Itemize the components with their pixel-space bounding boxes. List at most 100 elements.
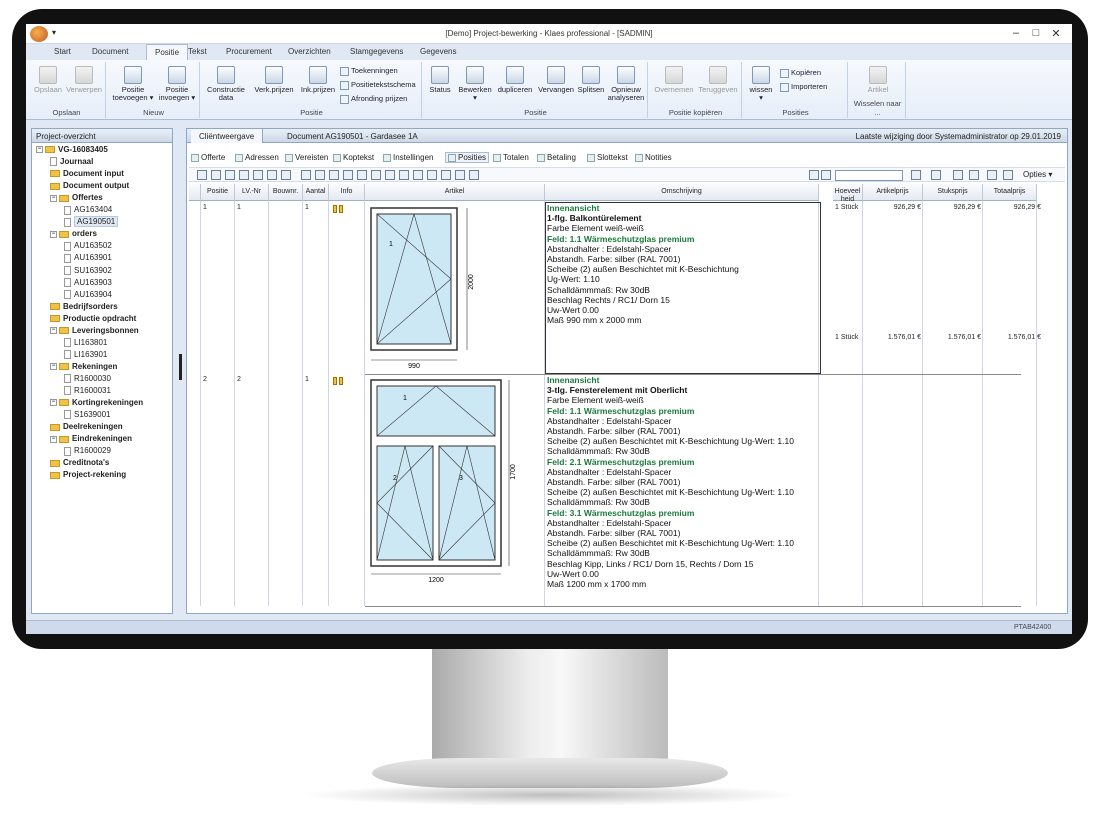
positie-invoegen-button[interactable]: Positie invoegen ▾ xyxy=(156,66,198,102)
collapse-icon[interactable]: − xyxy=(50,230,57,238)
collapse-icon[interactable]: − xyxy=(50,327,57,335)
price-stuk[interactable]: 1.576,01 € xyxy=(925,334,981,341)
tree-item[interactable]: Bedrijfsorders xyxy=(50,302,118,311)
view-tab[interactable]: Cliëntweergave xyxy=(191,129,264,143)
subtab-notities[interactable]: Notities xyxy=(635,153,672,162)
collapse-icon[interactable]: − xyxy=(50,363,57,371)
info-icon[interactable] xyxy=(333,205,337,213)
collapse-icon[interactable]: − xyxy=(50,194,57,202)
tree-item[interactable]: Document output xyxy=(50,181,129,190)
tree-item[interactable]: Productie opdracht xyxy=(50,314,136,323)
toolbar-icon[interactable] xyxy=(225,170,235,180)
tree-item[interactable]: Journaal xyxy=(50,157,93,167)
info-icon[interactable] xyxy=(339,377,343,385)
toolbar-icon[interactable] xyxy=(953,170,963,180)
close-icon[interactable]: ✕ xyxy=(1046,27,1066,40)
subtab-betaling[interactable]: Betaling xyxy=(537,153,576,162)
minimize-icon[interactable]: – xyxy=(1006,27,1026,39)
tree-item[interactable]: AG190501 xyxy=(64,216,119,228)
maximize-icon[interactable]: □ xyxy=(1026,27,1046,39)
collapse-icon[interactable]: − xyxy=(50,435,57,443)
column-header-lvnr[interactable]: LV.-Nr xyxy=(235,184,269,201)
cell-positie[interactable]: 1 xyxy=(203,204,207,211)
tree-item[interactable]: SU163902 xyxy=(64,266,112,275)
tree-item[interactable]: R1600030 xyxy=(64,374,111,384)
column-header-aantal[interactable]: Aantal xyxy=(303,184,329,201)
column-header-artikel[interactable]: Artikel xyxy=(365,184,545,201)
toolbar-icon[interactable] xyxy=(441,170,451,180)
positie-toevoegen-button[interactable]: Positie toevoegen ▾ xyxy=(112,66,154,102)
constructie-data-button[interactable]: Constructie data xyxy=(204,66,248,102)
toolbar-icon[interactable] xyxy=(1003,170,1013,180)
cell-positie[interactable]: 2 xyxy=(203,376,207,383)
splitsen-button[interactable]: Splitsen xyxy=(576,66,606,94)
toolbar-icon[interactable] xyxy=(371,170,381,180)
column-header-positie[interactable]: Positie xyxy=(201,184,235,201)
toolbar-icon[interactable] xyxy=(329,170,339,180)
info-icon[interactable] xyxy=(339,205,343,213)
ink-prijzen-button[interactable]: Ink.prijzen xyxy=(298,66,338,94)
window-drawing[interactable]: 1 990 2000 xyxy=(369,204,539,374)
tree-item[interactable]: LI163901 xyxy=(64,350,107,360)
wissen-button[interactable]: wissen ▾ xyxy=(746,66,776,102)
tree-item[interactable]: AU163904 xyxy=(64,290,112,299)
verk-prijzen-button[interactable]: Verk.prijzen xyxy=(252,66,296,94)
toolbar-icon[interactable] xyxy=(315,170,325,180)
column-header-hoeveelheid[interactable]: Hoeveel heid xyxy=(833,184,863,203)
tab-procurement[interactable]: Procurement xyxy=(226,47,272,56)
collapse-icon[interactable]: − xyxy=(50,399,57,407)
tree-item[interactable]: AU163901 xyxy=(64,253,112,263)
tree-item[interactable]: − Offertes xyxy=(50,193,103,202)
price-art[interactable]: 1.576,01 € xyxy=(865,334,921,341)
tree-item[interactable]: Project-rekening xyxy=(50,470,126,479)
toolbar-icon[interactable] xyxy=(239,170,249,180)
search-input[interactable] xyxy=(835,170,903,181)
collapse-icon[interactable]: − xyxy=(36,146,43,154)
toolbar-icon[interactable] xyxy=(399,170,409,180)
toolbar-icon[interactable] xyxy=(211,170,221,180)
toolbar-icon[interactable] xyxy=(821,170,831,180)
splitter-handle[interactable] xyxy=(179,354,182,380)
status-button[interactable]: Status xyxy=(426,66,454,94)
cell-aantal[interactable]: 1 xyxy=(305,376,309,383)
column-header-bouwnr[interactable]: Bouwnr. xyxy=(269,184,303,201)
tab-gegevens[interactable]: Gegevens xyxy=(420,47,456,56)
toekenningen-button[interactable]: Toekenningen xyxy=(340,66,398,76)
subtab-posities[interactable]: Posities xyxy=(445,152,490,163)
opnieuw-analyseren-button[interactable]: Opnieuw analyseren xyxy=(606,66,646,102)
bewerken-button[interactable]: Bewerken ▾ xyxy=(456,66,494,102)
toolbar-icon[interactable] xyxy=(253,170,263,180)
verwerpen-button[interactable]: Verwerpen xyxy=(66,66,102,94)
toolbar-icon[interactable] xyxy=(197,170,207,180)
tree-item[interactable]: Document input xyxy=(50,169,124,178)
tab-tekst[interactable]: Tekst xyxy=(188,47,207,56)
tree-item[interactable]: S1639001 xyxy=(64,410,110,420)
price-stuk[interactable]: 926,29 € xyxy=(925,204,981,211)
toolbar-icon[interactable] xyxy=(357,170,367,180)
tree-item[interactable]: − orders xyxy=(50,229,97,238)
column-header-omschrijving[interactable]: Omschrijving xyxy=(545,184,819,201)
price-tot[interactable]: 1.576,01 € xyxy=(985,334,1041,341)
subtab-slottekst[interactable]: Slottekst xyxy=(587,153,628,162)
toolbar-icon[interactable] xyxy=(469,170,479,180)
tab-overzichten[interactable]: Overzichten xyxy=(288,47,331,56)
price-qty[interactable]: 1 Stück xyxy=(835,334,858,341)
tree-item[interactable]: AU163502 xyxy=(64,241,112,251)
tree-item[interactable]: Creditnota's xyxy=(50,458,109,467)
toolbar-icon[interactable] xyxy=(385,170,395,180)
column-header-totaalprijs[interactable]: Totaalprijs xyxy=(983,184,1037,201)
tree-item[interactable]: AG163404 xyxy=(64,205,112,215)
toolbar-icon[interactable] xyxy=(987,170,997,180)
opslaan-button[interactable]: Opslaan xyxy=(32,66,64,94)
tab-positie[interactable]: Positie xyxy=(146,44,189,61)
vervangen-button[interactable]: Vervangen xyxy=(536,66,576,94)
tab-document[interactable]: Document xyxy=(92,47,128,56)
cell-lvnr[interactable]: 2 xyxy=(237,376,241,383)
subtab-instellingen[interactable]: Instellingen xyxy=(383,153,433,162)
afronding-prijzen-button[interactable]: Afronding prijzen xyxy=(340,94,407,104)
toolbar-icon[interactable] xyxy=(809,170,819,180)
subtab-koptekst[interactable]: Koptekst xyxy=(333,153,374,162)
window-drawing[interactable]: 1 2 3 1200 1700 xyxy=(369,376,539,606)
subtab-totalen[interactable]: Totalen xyxy=(493,153,529,162)
tab-stamgegevens[interactable]: Stamgegevens xyxy=(350,47,403,56)
